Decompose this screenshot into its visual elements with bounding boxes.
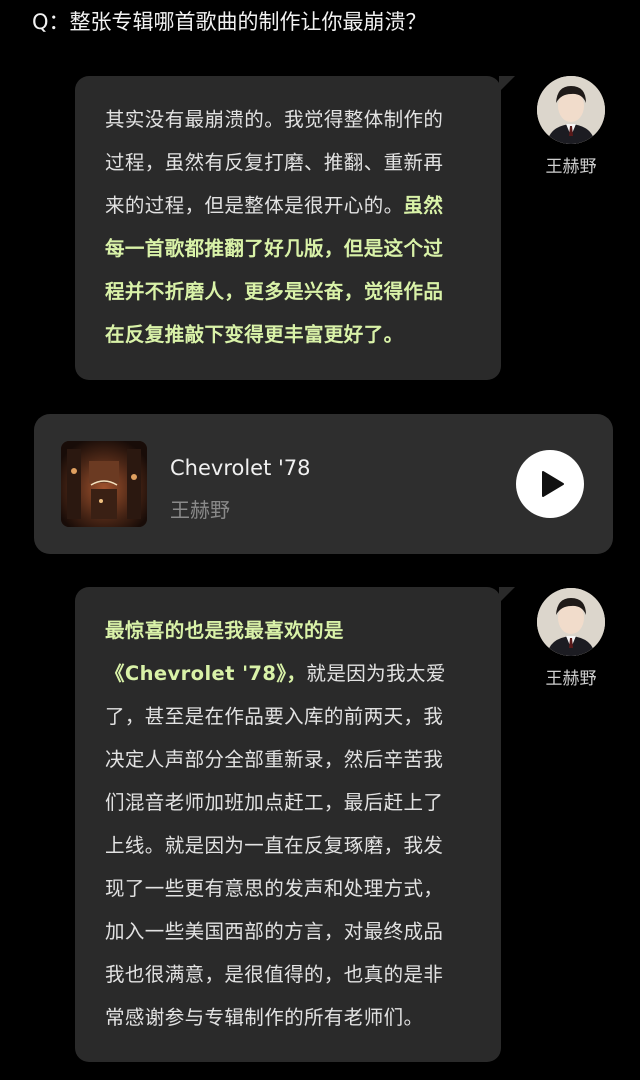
answer-line: 《Chevrolet '78》，就是因为我太爱 — [105, 652, 481, 695]
song-artist[interactable]: 王赫野 — [170, 494, 230, 523]
answer-line: 最惊喜的也是我最喜欢的是 — [105, 609, 481, 652]
body-text: 就是因为我太爱 — [306, 662, 446, 685]
body-text: 我也很满意，是很值得的，也真的是非 — [105, 963, 444, 986]
highlighted-text: 每一首歌都推翻了好几版，但是这个过 — [105, 237, 444, 260]
answer-line: 在反复推敲下变得更丰富更好了。 — [105, 313, 481, 356]
music-card[interactable]: Chevrolet '78 王赫野 — [34, 414, 613, 554]
answer-line: 了，甚至是在作品要入库的前两天，我 — [105, 695, 481, 738]
answer-line: 加入一些美国西部的方言，对最终成品 — [105, 910, 481, 953]
avatar-portrait-icon — [537, 588, 605, 656]
answer-text-1: 其实没有最崩溃的。我觉得整体制作的 过程，虽然有反复打磨、推翻、重新再 来的过程，但… — [105, 98, 481, 356]
answer-line: 常感谢参与专辑制作的所有老师们。 — [105, 996, 481, 1039]
body-text: 加入一些美国西部的方言，对最终成品 — [105, 920, 444, 943]
answer-line: 其实没有最崩溃的。我觉得整体制作的 — [105, 98, 481, 141]
answer-line: 过程，虽然有反复打磨、推翻、重新再 — [105, 141, 481, 184]
answer-bubble-2: 最惊喜的也是我最喜欢的是 《Chevrolet '78》，就是因为我太爱 了，甚至是… — [75, 587, 515, 1062]
avatar[interactable] — [537, 76, 605, 144]
body-text: 其实没有最崩溃的。我觉得整体制作的 — [105, 108, 444, 131]
answer-line: 决定人声部分全部重新录，然后辛苦我 — [105, 738, 481, 781]
body-text: 现了一些更有意思的发声和处理方式， — [105, 877, 444, 900]
body-text: 上线。就是因为一直在反复琢磨，我发 — [105, 834, 444, 857]
speaker-name: 王赫野 — [545, 669, 597, 689]
album-cover[interactable] — [61, 441, 147, 527]
body-text: 决定人声部分全部重新录，然后辛苦我 — [105, 748, 444, 771]
highlighted-text: 《Chevrolet '78》， — [105, 662, 307, 685]
body-text: 常感谢参与专辑制作的所有老师们。 — [105, 1006, 424, 1029]
answer-line: 现了一些更有意思的发声和处理方式， — [105, 867, 481, 910]
highlighted-text: 最惊喜的也是我最喜欢的是 — [105, 619, 344, 642]
body-text: 来的过程，但是整体是很开心的。 — [105, 194, 404, 217]
answer-text-2: 最惊喜的也是我最喜欢的是 《Chevrolet '78》，就是因为我太爱 了，甚至是… — [105, 609, 481, 1039]
answer-line: 我也很满意，是很值得的，也真的是非 — [105, 953, 481, 996]
answer-bubble-1: 其实没有最崩溃的。我觉得整体制作的 过程，虽然有反复打磨、推翻、重新再 来的过程，但… — [75, 76, 515, 380]
chat-page: Q：整张专辑哪首歌曲的制作让你最崩溃？ 其实没有最崩溃的。我觉得整体制作的 过程，… — [0, 0, 640, 1080]
speaker-name: 王赫野 — [545, 157, 597, 177]
body-text: 了，甚至是在作品要入库的前两天，我 — [105, 705, 444, 728]
album-cover-art-icon — [61, 441, 147, 527]
body-text: 过程，虽然有反复打磨、推翻、重新再 — [105, 151, 444, 174]
play-icon — [542, 471, 564, 497]
answer-line: 每一首歌都推翻了好几版，但是这个过 — [105, 227, 481, 270]
answer-line: 上线。就是因为一直在反复琢磨，我发 — [105, 824, 481, 867]
highlighted-text: 虽然 — [403, 194, 444, 217]
answer-line: 程并不折磨人，更多是兴奋，觉得作品 — [105, 270, 481, 313]
speaker-block-2: 王赫野 — [536, 588, 606, 689]
highlighted-text: 在反复推敲下变得更丰富更好了。 — [105, 323, 404, 346]
avatar-portrait-icon — [537, 76, 605, 144]
question-title: Q：整张专辑哪首歌曲的制作让你最崩溃？ — [32, 10, 427, 34]
body-text: 们混音老师加班加点赶工，最后赶上了 — [105, 791, 444, 814]
play-button[interactable] — [516, 450, 584, 518]
answer-line: 们混音老师加班加点赶工，最后赶上了 — [105, 781, 481, 824]
speaker-block-1: 王赫野 — [536, 76, 606, 177]
highlighted-text: 程并不折磨人，更多是兴奋，觉得作品 — [105, 280, 444, 303]
song-title[interactable]: Chevrolet '78 — [170, 456, 311, 480]
avatar[interactable] — [537, 588, 605, 656]
answer-line: 来的过程，但是整体是很开心的。虽然 — [105, 184, 481, 227]
